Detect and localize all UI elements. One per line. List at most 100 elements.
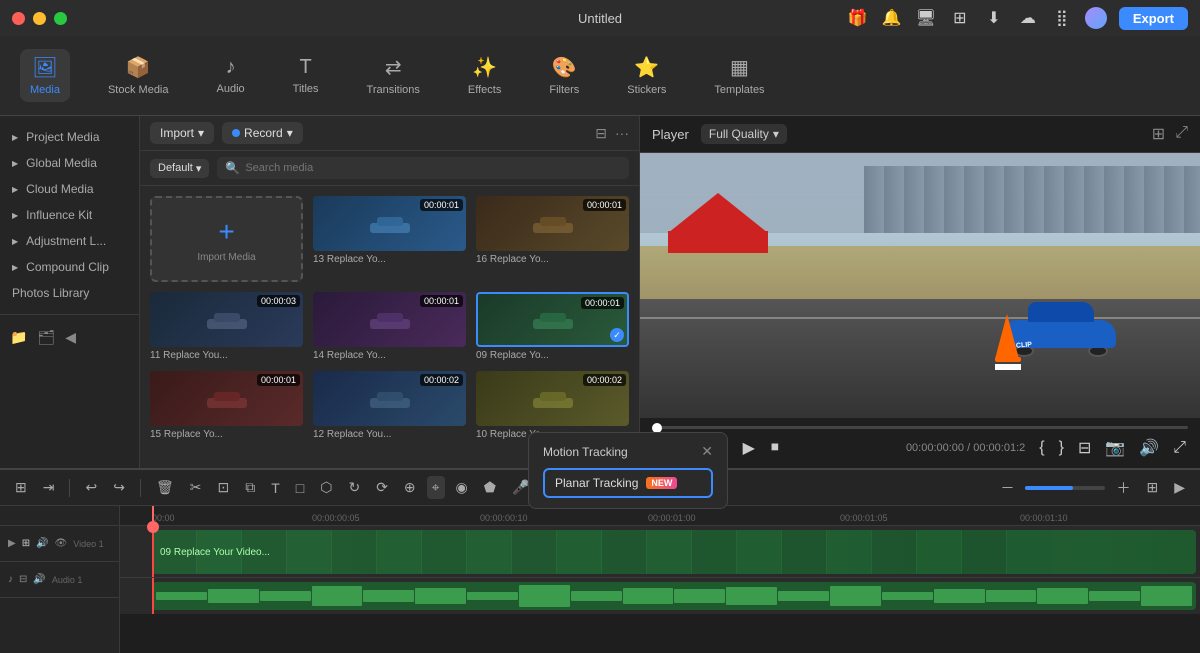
zoom-slider[interactable]: [1025, 486, 1105, 490]
clip-thumb: [917, 530, 962, 574]
audio-lock[interactable]: 🔊: [33, 574, 45, 585]
delete-button[interactable]: 🗑: [151, 476, 179, 499]
motion-track-button[interactable]: ⌖: [427, 476, 445, 499]
audio-toggle[interactable]: 🔊: [36, 538, 48, 549]
sidebar-item-compound-clip[interactable]: ▶ Compound Clip: [0, 254, 139, 280]
sidebar-item-adjustment[interactable]: ▶ Adjustment L...: [0, 228, 139, 254]
sidebar-item-project-media[interactable]: ▶ Project Media: [0, 124, 139, 150]
toolbar-item-stickers[interactable]: ⭐ Stickers: [617, 49, 676, 102]
avatar[interactable]: [1085, 7, 1107, 29]
sidebar-item-influence-kit[interactable]: ▶ Influence Kit: [0, 202, 139, 228]
import-button[interactable]: Import ▾: [150, 122, 214, 144]
export-button[interactable]: Export: [1119, 7, 1188, 30]
zoom-fill: [1025, 486, 1073, 490]
paint-button[interactable]: ⬡: [315, 476, 337, 499]
toolbar-item-effects[interactable]: ✨ Effects: [458, 49, 511, 102]
rotate-button[interactable]: ↻: [343, 476, 365, 499]
filter-icon[interactable]: ⊟: [595, 125, 607, 142]
cut-button[interactable]: ✂: [185, 476, 207, 499]
timeline-snap-button[interactable]: ⇥: [38, 476, 60, 499]
apps-icon[interactable]: ⣿: [1051, 7, 1073, 29]
folder-icon[interactable]: 🗂: [37, 329, 55, 346]
media-thumb-13[interactable]: 00:00:01 13 Replace Yo...: [313, 196, 466, 282]
media-thumb-12[interactable]: 00:00:02 12 Replace You...: [313, 371, 466, 440]
time-badge-15: 00:00:01: [257, 374, 300, 386]
timeline-expand[interactable]: ▶: [1169, 476, 1190, 499]
cloud-icon[interactable]: ☁: [1017, 7, 1039, 29]
media-thumb-14[interactable]: 00:00:01 14 Replace Yo...: [313, 292, 466, 361]
car-icon: [202, 388, 252, 410]
bracket-in-button[interactable]: {: [1037, 437, 1046, 459]
bell-icon[interactable]: 🔔: [881, 7, 903, 29]
toolbar-item-stock-media[interactable]: 📦 Stock Media: [98, 49, 179, 102]
expand-button[interactable]: ⤢: [1171, 437, 1188, 459]
sidebar-item-cloud-media[interactable]: ▶ Cloud Media: [0, 176, 139, 202]
eye-toggle[interactable]: 👁: [55, 538, 68, 549]
toolbar-item-templates[interactable]: ▦ Templates: [704, 49, 774, 102]
crop-button[interactable]: ⊡: [212, 476, 234, 499]
color-button[interactable]: ◉: [451, 476, 473, 499]
undo-button[interactable]: ↩: [80, 476, 102, 499]
search-box: 🔍: [217, 157, 629, 179]
text-button[interactable]: T: [266, 477, 285, 499]
grid-icon[interactable]: ⊞: [949, 7, 971, 29]
toolbar-item-audio[interactable]: ♪ Audio: [207, 50, 255, 101]
clip-thumb: [467, 530, 512, 574]
ruler-mark-110: 00:00:01:10: [1020, 513, 1068, 523]
redo-button[interactable]: ↪: [108, 476, 130, 499]
stop-button[interactable]: ⏹: [769, 437, 781, 459]
toolbar-item-transitions[interactable]: ⇄ Transitions: [357, 49, 430, 102]
playhead-handle[interactable]: [147, 521, 159, 533]
grid-view-icon[interactable]: ⊞: [1152, 124, 1165, 144]
audio-mute[interactable]: ⊟: [19, 574, 27, 585]
quality-select[interactable]: Full Quality ▾: [701, 124, 787, 144]
sidebar-item-global-media[interactable]: ▶ Global Media: [0, 150, 139, 176]
minimize-button[interactable]: [33, 12, 46, 25]
media-grid: + Import Media 00:00:01 13 Replace Yo...…: [140, 186, 639, 468]
record-button[interactable]: Record ▾: [222, 122, 303, 144]
mask-button[interactable]: ⬟: [479, 476, 501, 499]
fullscreen-icon[interactable]: ⤢: [1175, 124, 1188, 144]
toolbar-item-media[interactable]: 🖼 Media: [20, 49, 70, 102]
search-input[interactable]: [245, 162, 621, 174]
zoom-controls: － ＋: [995, 475, 1135, 501]
download-icon[interactable]: ⬇: [983, 7, 1005, 29]
collapse-icon[interactable]: ◀: [65, 329, 76, 346]
monitor-icon[interactable]: 🖥: [915, 7, 937, 29]
gift-icon[interactable]: 🎁: [847, 7, 869, 29]
video-clip[interactable]: 09 Replace Your Video...: [152, 530, 1196, 574]
zoom-out-button[interactable]: －: [995, 475, 1019, 501]
default-filter-button[interactable]: Default ▾: [150, 159, 209, 178]
overlay-button[interactable]: ⊟: [1076, 436, 1093, 460]
media-thumb-09[interactable]: 00:00:01 ✓ 09 Replace Yo...: [476, 292, 629, 361]
split-button[interactable]: ⧉: [240, 476, 260, 499]
grid-view-toggle[interactable]: ⊞: [1141, 476, 1163, 499]
clip-thumb: [782, 530, 827, 574]
motion-popup-close-button[interactable]: ✕: [701, 443, 713, 460]
clip-label: 09 Replace Your Video...: [160, 547, 270, 558]
more-button[interactable]: ⊕: [399, 476, 421, 499]
new-folder-icon[interactable]: 📁: [10, 329, 27, 346]
media-thumb-16[interactable]: 00:00:01 16 Replace Yo...: [476, 196, 629, 282]
planar-tracking-option[interactable]: Planar Tracking NEW: [543, 468, 713, 498]
media-thumb-10[interactable]: 00:00:02 10 Replace Yo...: [476, 371, 629, 440]
speed-button[interactable]: ⟳: [371, 476, 393, 499]
volume-button[interactable]: 🔊: [1137, 436, 1161, 460]
toolbar-item-titles[interactable]: T Titles: [283, 50, 329, 101]
box-button[interactable]: □: [291, 477, 309, 499]
sidebar-item-photos-library[interactable]: Photos Library: [0, 280, 139, 306]
bracket-out-button[interactable]: }: [1057, 437, 1066, 459]
frame-forward-button[interactable]: ▶: [741, 436, 757, 460]
import-media-tile[interactable]: + Import Media: [150, 196, 303, 282]
more-options-icon[interactable]: ···: [615, 125, 629, 142]
time-badge-13: 00:00:01: [420, 199, 463, 211]
maximize-button[interactable]: [54, 12, 67, 25]
screenshot-button[interactable]: 📷: [1103, 436, 1127, 460]
close-button[interactable]: [12, 12, 25, 25]
progress-bar[interactable]: [652, 426, 1188, 429]
zoom-in-button[interactable]: ＋: [1111, 475, 1135, 501]
media-thumb-11[interactable]: 00:00:03 11 Replace You...: [150, 292, 303, 361]
toolbar-item-filters[interactable]: 🎨 Filters: [539, 49, 589, 102]
timeline-view-button[interactable]: ⊞: [10, 476, 32, 499]
media-thumb-15[interactable]: 00:00:01 15 Replace Yo...: [150, 371, 303, 440]
